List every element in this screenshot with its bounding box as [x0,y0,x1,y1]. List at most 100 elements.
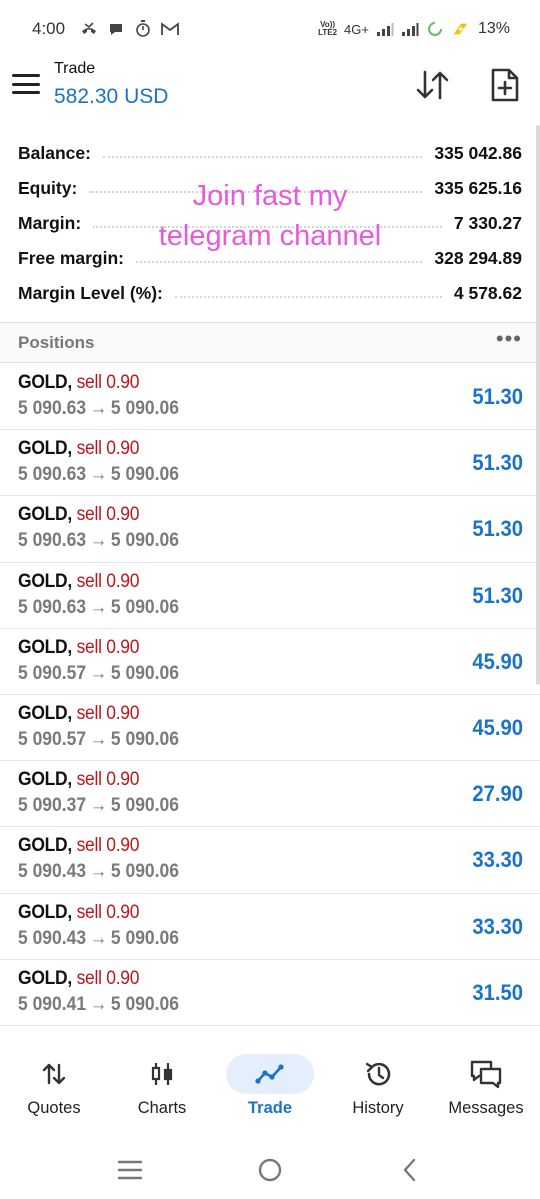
sort-icon [416,70,449,100]
open-price: 5 090.37 [18,795,87,817]
position-row[interactable]: GOLD, sell 0.90 5 090.63 → 5 090.06 51.30 [0,430,540,497]
position-symbol: GOLD [18,438,68,460]
position-side: sell 0.90 [76,901,140,923]
home-icon [258,1158,282,1181]
position-side: sell 0.90 [76,769,140,791]
position-profit: 51.30 [472,582,523,608]
nav-label: Quotes [27,1099,81,1117]
recent-apps-icon [117,1160,143,1179]
position-side: sell 0.90 [76,372,140,393]
quotes-icon [10,1054,98,1094]
position-profit: 51.30 [472,450,523,476]
battery-percent: 13% [477,20,510,37]
recent-apps-button[interactable] [110,1150,150,1190]
position-side: sell 0.90 [76,702,140,724]
app-header: Trade 582.30 USD [0,58,540,120]
missed-call-icon [80,20,98,38]
summary-row-balance: Balance: 335 042.86 [0,136,540,171]
positions-list: GOLD, sell 0.90 5 090.63 → 5 090.06 51.30 … [0,364,540,1026]
sort-button[interactable] [414,68,452,102]
current-price: 5 090.06 [110,398,179,419]
arrow-right-icon: → [89,861,108,883]
position-profit: 33.30 [472,847,523,873]
data-saver-icon [426,20,444,38]
scrollbar[interactable] [536,125,540,685]
arrow-right-icon: → [89,464,108,486]
current-price: 5 090.06 [110,530,179,552]
current-price: 5 090.06 [110,464,179,486]
position-symbol: GOLD [18,967,68,989]
summary-value: 335 042.86 [434,143,522,163]
position-side: sell 0.90 [76,438,140,460]
position-row[interactable]: GOLD, sell 0.90 5 090.63 → 5 090.06 51.30 [0,563,540,629]
more-options-icon[interactable]: ••• [496,327,522,352]
messages-icon [442,1054,530,1094]
page-title: Trade [54,60,96,77]
trade-icon [226,1054,314,1094]
back-icon [403,1158,416,1181]
chat-bubble-icon [107,20,125,38]
history-icon [334,1054,422,1094]
summary-value: 4 578.62 [453,283,522,303]
open-price: 5 090.43 [18,927,87,949]
summary-value: 335 625.16 [434,178,522,198]
position-row[interactable]: GOLD, sell 0.90 5 090.57 → 5 090.06 45.90 [0,629,540,695]
summary-row-margin: Margin: 7 330.27 [0,206,540,241]
summary-value: 328 294.89 [434,248,522,268]
position-symbol: GOLD [18,835,68,857]
position-side: sell 0.90 [76,504,140,526]
position-symbol: GOLD [18,372,68,393]
back-button[interactable] [390,1150,430,1190]
position-row[interactable]: GOLD, sell 0.90 5 090.57 → 5 090.06 45.90 [0,695,540,762]
current-price: 5 090.06 [110,795,179,817]
arrow-right-icon: → [89,993,108,1015]
position-symbol: GOLD [18,769,68,791]
signal-sim1-icon [376,20,394,38]
current-price: 5 090.06 [110,927,179,949]
status-time: 4:00 [32,19,66,38]
nav-label: Trade [247,1099,293,1117]
menu-icon-bar [12,74,40,77]
position-row[interactable]: GOLD, sell 0.90 5 090.63 → 5 090.06 51.30 [0,364,540,431]
summary-label: Margin: [18,213,82,233]
menu-icon-bar [12,82,40,86]
nav-item-history[interactable]: History [324,1030,432,1130]
position-row[interactable]: GOLD, sell 0.90 5 090.43 → 5 090.06 33.30 [0,894,540,960]
position-row[interactable]: GOLD, sell 0.90 5 090.43 → 5 090.06 33.30 [0,827,540,894]
position-side: sell 0.90 [76,636,140,658]
dotted-leader [174,295,442,298]
positions-title: Positions [18,332,95,352]
nav-item-trade[interactable]: Trade [216,1030,324,1130]
nav-item-quotes[interactable]: Quotes [0,1030,108,1130]
volte-indicator: Vo)) LTE2 [318,20,338,37]
stopwatch-icon [134,20,152,38]
nav-item-messages[interactable]: Messages [432,1030,540,1130]
nav-label: Charts [137,1099,187,1117]
position-row[interactable]: GOLD, sell 0.90 5 090.37 → 5 090.06 27.90 [0,761,540,828]
signal-sim2-icon [401,20,419,38]
new-order-button[interactable] [488,67,522,103]
summary-row-equity: Equity: 335 625.16 [0,171,540,206]
dotted-leader [102,155,423,158]
arrow-right-icon: → [89,596,108,618]
menu-icon-bar [12,91,40,94]
open-price: 5 090.63 [18,530,87,552]
gmail-icon [161,20,179,38]
nav-label: History [352,1099,404,1117]
dotted-leader [89,190,423,193]
position-row[interactable]: GOLD, sell 0.90 5 090.63 → 5 090.06 51.30 [0,496,540,563]
summary-label: Margin Level (%): [18,283,163,303]
position-profit: 31.50 [472,979,523,1005]
current-price: 5 090.06 [110,596,179,618]
arrow-right-icon: → [89,728,108,750]
position-symbol: GOLD [18,504,68,526]
open-price: 5 090.63 [18,596,87,618]
summary-row-free-margin: Free margin: 328 294.89 [0,241,540,276]
status-bar: 4:00 Vo)) LTE2 4G+ 13% [0,0,540,58]
home-button[interactable] [250,1150,290,1190]
position-row[interactable]: GOLD, sell 0.90 5 090.41 → 5 090.06 31.50 [0,960,540,1026]
nav-item-charts[interactable]: Charts [108,1030,216,1130]
current-price: 5 090.06 [110,993,179,1015]
summary-label: Free margin: [18,248,124,268]
menu-button[interactable] [12,72,40,96]
